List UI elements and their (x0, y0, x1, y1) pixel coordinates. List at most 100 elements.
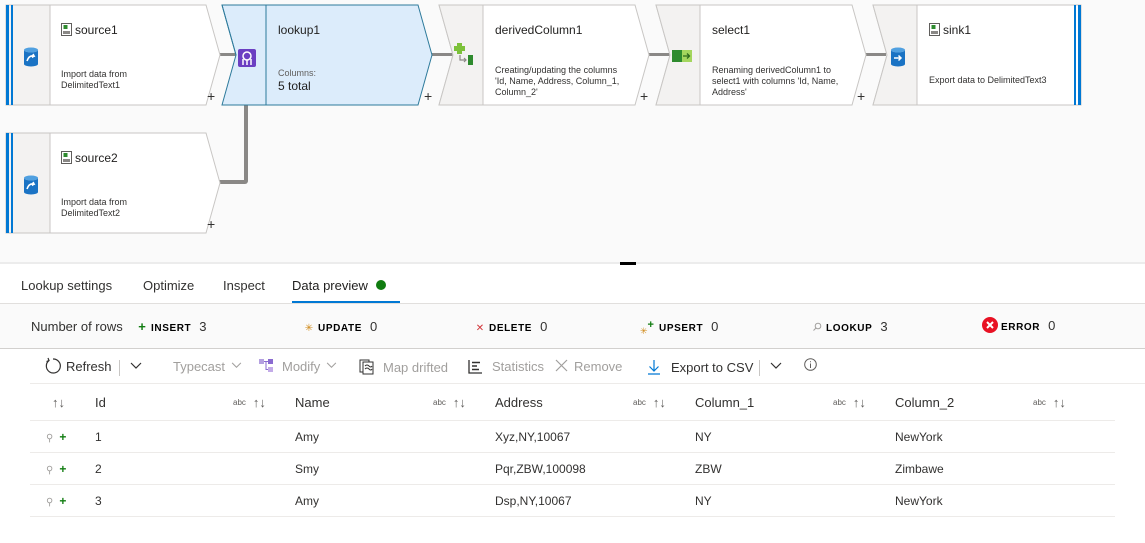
desc-line: select1 with columns 'Id, Name, (712, 76, 839, 86)
column-meta: abc ↑↓ (233, 395, 266, 410)
insert-icon: + (59, 462, 67, 476)
typecast-button[interactable]: Typecast (173, 359, 242, 374)
sort-icon[interactable]: ↑↓ (853, 395, 866, 410)
sort-icon[interactable]: ↑↓ (653, 395, 666, 410)
row-sort-icon[interactable]: ↑↓ (52, 395, 65, 410)
database-source-icon (23, 175, 39, 200)
lookup-search-icon: ⚲ (46, 465, 54, 476)
refresh-icon (45, 357, 61, 374)
node-derivedColumn1[interactable]: derivedColumn1 Creating/updating the col… (438, 4, 654, 106)
string-type-icon: abc (633, 398, 646, 407)
add-transform-button[interactable]: + (424, 88, 432, 104)
row-counts-label: Number of rows (31, 319, 123, 334)
chevron-down-icon (326, 362, 337, 368)
node-title-text: source1 (75, 23, 118, 37)
count-delete: ✕ DELETE 0 (474, 319, 548, 334)
add-transform-button[interactable]: + (640, 88, 648, 104)
error-icon (981, 317, 998, 336)
lookup-search-icon: ⚲ (46, 497, 54, 508)
count-name: DELETE (489, 323, 533, 334)
lookup-icon (238, 49, 256, 72)
column-header-address[interactable]: Address (495, 395, 543, 410)
add-transform-button[interactable]: + (207, 216, 215, 232)
column-meta: abc ↑↓ (433, 395, 466, 410)
string-type-icon: abc (833, 398, 846, 407)
refresh-label: Refresh (66, 359, 112, 374)
tab-data-preview[interactable]: Data preview (292, 278, 386, 293)
sort-icon[interactable]: ↑↓ (1053, 395, 1066, 410)
toolbar-divider (119, 360, 120, 376)
active-tab-indicator (292, 301, 400, 303)
node-source2[interactable]: source2 Import data from DelimitedText2 … (5, 132, 221, 234)
column-header-name[interactable]: Name (295, 395, 330, 410)
sort-icon[interactable]: ↑↓ (453, 395, 466, 410)
info-button[interactable] (804, 358, 817, 374)
desc-line: DelimitedText1 (61, 80, 121, 90)
cell-id: 1 (95, 430, 102, 444)
map-drifted-button[interactable]: Map drifted (359, 359, 448, 375)
add-transform-button[interactable]: + (207, 88, 215, 104)
cell-column-1: NY (695, 430, 712, 444)
database-sink-icon (890, 47, 906, 72)
count-error: ERROR 0 (981, 317, 1055, 336)
count-name: UPDATE (318, 323, 362, 334)
table-row[interactable]: ⚲ + 1 Amy Xyz,NY,10067 NY NewYork (30, 421, 1115, 453)
node-lookup1[interactable]: lookup1 Columns: 5 total + (221, 4, 437, 106)
cell-address: Xyz,NY,10067 (495, 430, 571, 444)
dataflow-canvas[interactable]: source1 Import data from DelimitedText1 … (0, 0, 1145, 262)
cell-name: Amy (295, 430, 319, 444)
csv-file-icon (61, 151, 72, 167)
node-source1[interactable]: source1 Import data from DelimitedText1 … (5, 4, 221, 106)
export-csv-button[interactable]: Export to CSV (647, 359, 753, 375)
column-header-column-1[interactable]: Column_1 (695, 395, 754, 410)
count-name: INSERT (151, 323, 192, 334)
node-title-text: source2 (75, 151, 118, 165)
row-status-icons: ⚲ + (46, 430, 66, 444)
csv-file-icon (929, 23, 940, 39)
statistics-button[interactable]: Statistics (468, 359, 544, 374)
table-row[interactable]: ⚲ + 3 Amy Dsp,NY,10067 NY NewYork (30, 485, 1115, 517)
refresh-button[interactable]: Refresh (44, 357, 112, 375)
chevron-down-icon (231, 362, 241, 368)
tab-lookup-settings[interactable]: Lookup settings (21, 278, 112, 293)
node-description: Import data from DelimitedText2 (61, 197, 127, 219)
string-type-icon: abc (233, 398, 246, 407)
remove-button[interactable]: Remove (555, 359, 622, 374)
desc-line: 'Id, Name, Address, Column_1, (495, 76, 620, 86)
desc-line: Export data to DelimitedText3 (929, 75, 1047, 85)
node-title-text: sink1 (943, 23, 972, 37)
status-success-dot (375, 280, 386, 290)
node-select1[interactable]: select1 Renaming derivedColumn1 to selec… (655, 4, 871, 106)
tab-optimize[interactable]: Optimize (143, 278, 194, 293)
row-status-icons: ⚲ + (46, 494, 66, 508)
count-value: 3 (880, 319, 888, 334)
insert-icon: + (138, 319, 146, 334)
export-dropdown-button[interactable] (770, 358, 782, 373)
node-sink1[interactable]: sink1 Export data to DelimitedText3 (872, 4, 1085, 106)
cell-name: Amy (295, 494, 319, 508)
tab-inspect[interactable]: Inspect (223, 278, 265, 293)
desc-line: Address' (712, 87, 747, 97)
refresh-dropdown-button[interactable] (130, 358, 142, 373)
desc-line: Import data from (61, 197, 128, 207)
count-name: ERROR (1001, 322, 1041, 333)
count-name: UPSERT (659, 323, 704, 334)
count-lookup: LOOKUP 3 (811, 319, 888, 334)
column-header-column-2[interactable]: Column_2 (895, 395, 954, 410)
splitter-handle[interactable] (620, 262, 636, 265)
cell-column-2: Zimbawe (895, 462, 944, 476)
add-transform-button[interactable]: + (857, 88, 865, 104)
preview-toolbar: Refresh Typecast Modify Map drifted Stat… (30, 350, 1145, 384)
panel-splitter[interactable] (0, 262, 1145, 264)
column-header-id[interactable]: Id (95, 395, 106, 410)
count-value: 0 (1048, 318, 1056, 333)
modify-button[interactable]: Modify (259, 359, 337, 374)
columns-value: 5 total (278, 79, 311, 93)
sort-icon[interactable]: ↑↓ (253, 395, 266, 410)
row-status-icons: ⚲ + (46, 462, 66, 476)
table-row[interactable]: ⚲ + 2 Smy Pqr,ZBW,100098 ZBW Zimbawe (30, 453, 1115, 485)
cell-column-2: NewYork (895, 430, 943, 444)
database-source-icon (23, 47, 39, 72)
export-label: Export to CSV (671, 360, 754, 375)
close-icon (555, 359, 568, 372)
